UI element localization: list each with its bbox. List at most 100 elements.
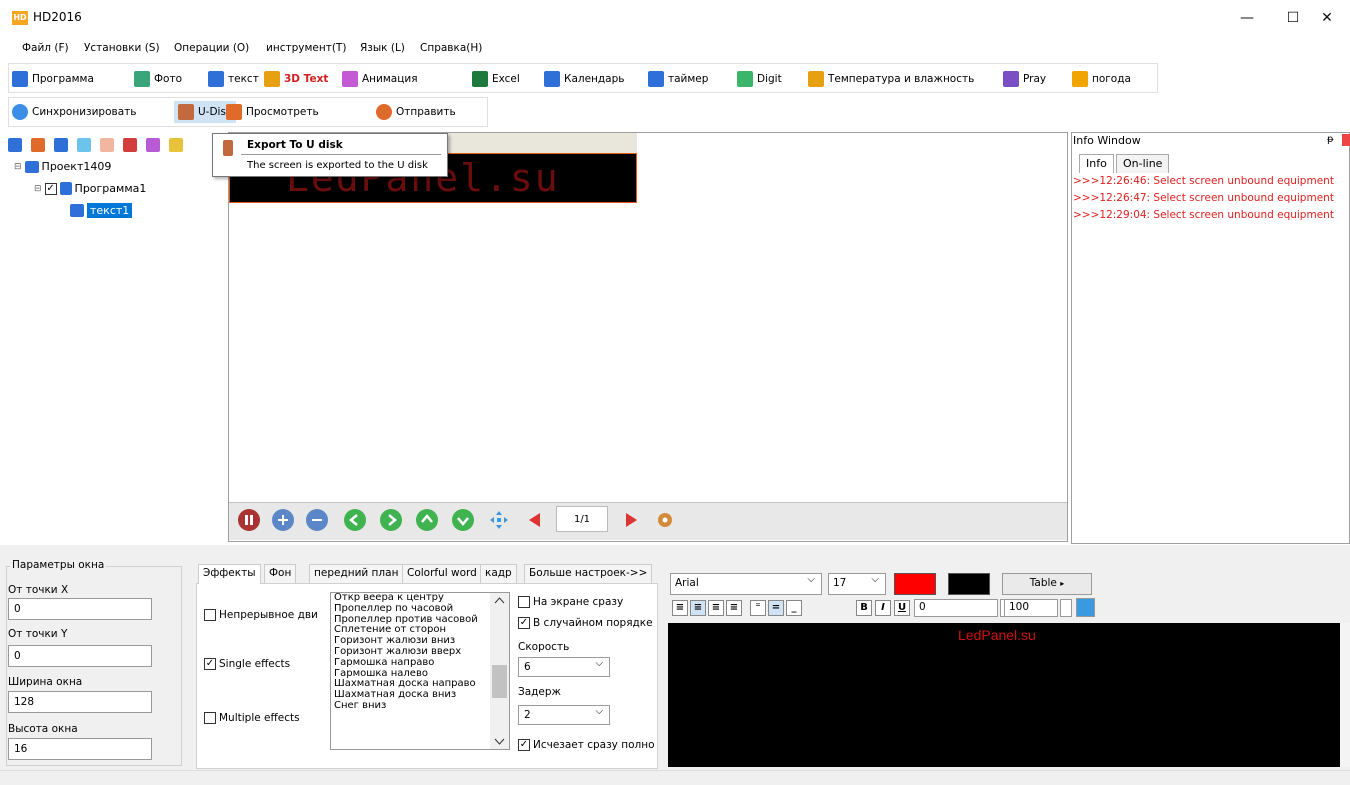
menu-language[interactable]: Язык (L) [360,42,405,54]
toolbar-timer-button[interactable]: таймер [648,68,708,90]
editor-scrollbar[interactable] [1340,623,1350,767]
fade-checkbox[interactable]: ✓ [518,739,530,751]
font-size-select[interactable]: 17 [828,573,886,595]
speed-select[interactable]: 6 [518,657,610,677]
tree-move-down-icon[interactable] [100,138,114,152]
scale-spinner-icon[interactable] [1060,599,1072,617]
zoom-out-icon[interactable] [306,509,328,531]
align-justify-icon[interactable]: ≡ [726,600,742,616]
toolbar-preview-button[interactable]: Просмотреть [226,101,319,123]
on-screen-row[interactable]: На экране сразу [518,596,623,608]
toolbar-thermometer-button[interactable]: Температура и влажность [808,68,974,90]
toolbar-sync-button[interactable]: Синхронизировать [12,101,136,123]
effects-scroll-thumb[interactable] [492,665,507,698]
align-right-icon[interactable]: ≡ [708,600,724,616]
previous-page-icon[interactable] [524,509,546,531]
move-up-icon[interactable] [416,509,438,531]
menu-help[interactable]: Справка(H) [420,42,482,54]
table-button[interactable]: Table ▸ [1002,573,1092,595]
effect-list-item[interactable]: Гармошка направо [331,657,509,669]
image-icon[interactable] [1076,598,1095,617]
move-down-icon[interactable] [452,509,474,531]
multiple-effects-row[interactable]: Multiple effects [204,712,300,724]
random-order-row[interactable]: ✓ В случайном порядке [518,617,653,629]
align-center-icon[interactable]: ≡ [690,600,706,616]
tab-background[interactable]: Фон [264,564,297,583]
menu-file[interactable]: Файл (F) [22,42,69,54]
toolbar-animation-button[interactable]: Анимация [342,68,418,90]
pause-icon[interactable] [238,509,260,531]
tree-check-icon[interactable] [146,138,160,152]
continuous-checkbox-row[interactable]: Непрерывное дви [204,609,318,621]
tree-move-up-icon[interactable] [77,138,91,152]
tab-more-settings[interactable]: Больше настроек->> [524,564,653,583]
move-all-icon[interactable] [488,509,510,531]
close-button[interactable]: ✕ [1304,4,1350,32]
settings-gear-icon[interactable] [654,509,676,531]
toolbar-calendar-button[interactable]: Календарь [544,68,624,90]
collapse-icon[interactable]: ⊟ [14,162,22,172]
random-order-checkbox[interactable]: ✓ [518,617,530,629]
toolbar-text-button[interactable]: текст [208,68,259,90]
toolbar-photo-button[interactable]: Фото [134,68,182,90]
program-checkbox[interactable]: ✓ [44,182,57,195]
text-editor-canvas[interactable]: LedPanel.su [668,623,1340,767]
spacing-input[interactable]: 0 [914,599,998,617]
tab-effects[interactable]: Эффекты [198,564,261,584]
effect-list-item[interactable]: Пропеллер по часовой [331,603,509,615]
valign-bottom-icon[interactable]: _ [786,600,802,616]
font-select[interactable]: Arial [670,573,822,595]
info-close-icon[interactable] [1342,134,1350,146]
tree-project-row[interactable]: ⊟ Проект1409 [14,160,111,173]
single-effects-checkbox[interactable]: ✓ [204,658,216,670]
background-color-swatch[interactable] [948,573,990,595]
valign-top-icon[interactable]: ⁼ [750,600,766,616]
height-input[interactable]: 16 [8,738,152,760]
menu-settings[interactable]: Установки (S) [84,42,160,54]
next-page-icon[interactable] [620,509,642,531]
tree-text-row[interactable]: текст1 [70,203,133,218]
italic-button[interactable]: I [875,600,891,616]
effect-list-item[interactable]: Снег вниз [331,700,509,712]
x-input[interactable]: 0 [8,598,152,620]
delay-select[interactable]: 2 [518,705,610,725]
single-effects-row[interactable]: ✓ Single effects [204,658,290,670]
text-color-swatch[interactable] [894,573,936,595]
toolbar-program-button[interactable]: Программа [12,68,94,90]
tab-info[interactable]: Info [1079,154,1114,173]
tree-paste-icon[interactable] [54,138,68,152]
y-input[interactable]: 0 [8,645,152,667]
tree-copy-icon[interactable] [31,138,45,152]
zoom-in-icon[interactable] [272,509,294,531]
effects-list[interactable]: Откр веера к центру Пропеллер по часовой П… [330,592,510,750]
menu-tools[interactable]: инструмент(T) [266,42,346,54]
width-input[interactable]: 128 [8,691,152,713]
tab-online[interactable]: On-line [1116,154,1170,173]
tree-program-row[interactable]: ⊟ ✓ Программа1 [34,182,146,195]
scale-input[interactable]: 100 [1004,599,1058,617]
pin-icon[interactable]: ᵽ [1327,134,1334,145]
multiple-effects-checkbox[interactable] [204,712,216,724]
tab-frame[interactable]: кадр [480,564,517,583]
menu-operations[interactable]: Операции (O) [174,42,249,54]
tab-colorful-word[interactable]: Colorful word [402,564,482,583]
fade-row[interactable]: ✓ Исчезает сразу полно [518,739,667,751]
toolbar-weather-button[interactable]: погода [1072,68,1131,90]
bold-button[interactable]: B [856,600,872,616]
move-right-icon[interactable] [380,509,402,531]
align-left-icon[interactable]: ≡ [672,600,688,616]
toolbar-excel-button[interactable]: Excel [472,68,520,90]
continuous-checkbox[interactable] [204,609,216,621]
toolbar-pray-button[interactable]: Pray [1003,68,1046,90]
toolbar-send-button[interactable]: Отправить [376,101,456,123]
tree-delete-icon[interactable] [123,138,137,152]
on-screen-checkbox[interactable] [518,596,530,608]
move-left-icon[interactable] [344,509,366,531]
underline-button[interactable]: U [894,600,910,616]
toolbar-3d-text-button[interactable]: 3D Text [264,68,328,90]
tab-foreground[interactable]: передний план [309,564,404,583]
valign-middle-icon[interactable]: = [768,600,784,616]
collapse-icon[interactable]: ⊟ [34,184,42,194]
tree-new-screen-icon[interactable] [8,138,22,152]
minimize-button[interactable]: — [1224,4,1270,32]
